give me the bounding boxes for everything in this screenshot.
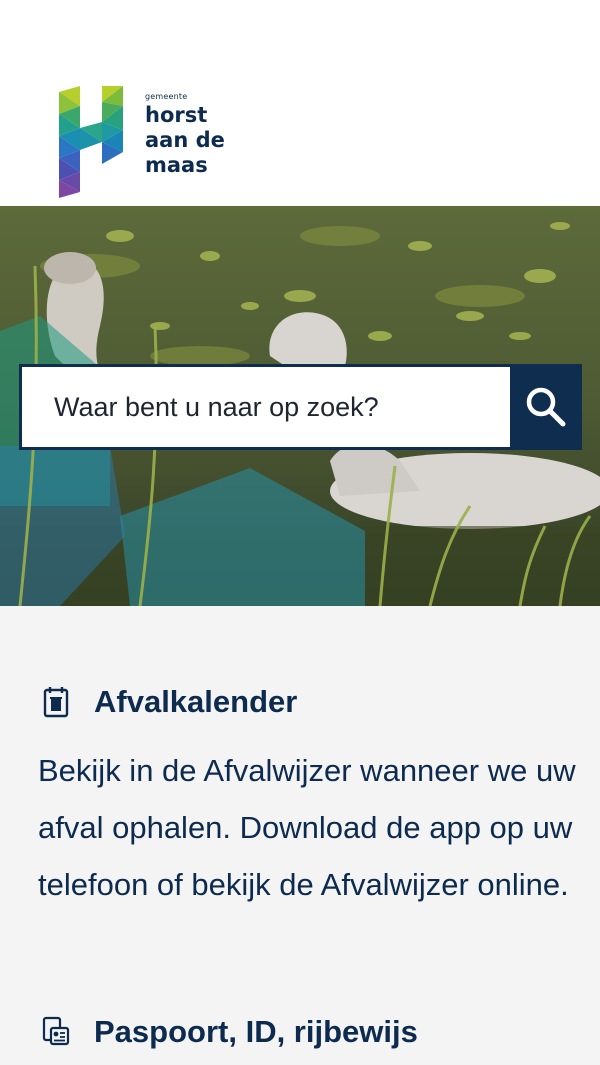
logo-line-1: horst [145, 103, 208, 127]
main-content: Afvalkalender Bekijk in de Afvalwijzer w… [0, 606, 600, 1065]
logo-wordmark: gemeente horst aan de maas [145, 92, 225, 178]
search-input[interactable]: Waar bent u naar op zoek? [22, 367, 510, 447]
paspoort-title: Paspoort, ID, rijbewijs [94, 1014, 418, 1049]
afvalkalender-title: Afvalkalender [94, 684, 298, 719]
logo-small-text: gemeente [145, 92, 188, 101]
search-bar: Waar bent u naar op zoek? [19, 364, 582, 450]
afvalkalender-description: Bekijk in de Afvalwijzer wanneer we uw a… [38, 753, 576, 902]
logo-line-2: aan de [145, 128, 225, 152]
logo-line-3: maas [145, 153, 208, 177]
search-icon [526, 387, 566, 427]
id-card-icon [42, 1015, 70, 1049]
search-placeholder: Waar bent u naar op zoek? [54, 392, 379, 422]
site-header: gemeente horst aan de maas [0, 0, 600, 206]
search-button[interactable] [510, 364, 582, 450]
paspoort-link[interactable]: Paspoort, ID, rijbewijs [42, 1014, 418, 1050]
afvalkalender-link[interactable]: Afvalkalender [42, 684, 297, 720]
trash-calendar-icon [42, 685, 70, 719]
